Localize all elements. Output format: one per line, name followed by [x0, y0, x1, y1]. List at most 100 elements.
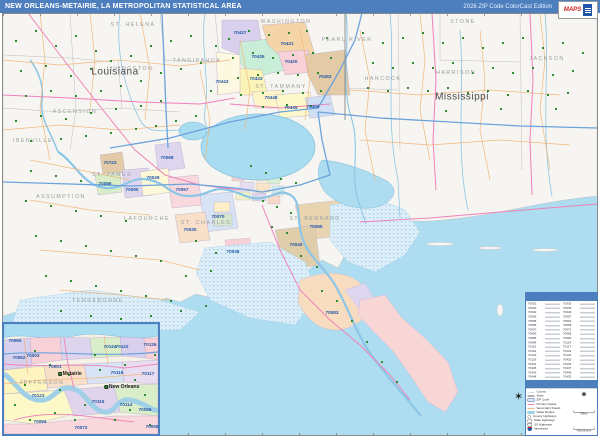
town-dot — [34, 350, 36, 352]
title-bar: NEW ORLEANS-METAIRIE, LA METROPOLITAN ST… — [0, 0, 600, 13]
town-dot — [70, 280, 72, 282]
inset-map-new-orleans: JEFFERSON 70065 70062 70003 70001 70123 70094 7… — [2, 322, 160, 436]
zip-index-code: 70420 — [563, 358, 572, 362]
scale-bar-miles: Miles — [573, 410, 595, 417]
town-dot — [94, 354, 96, 356]
town-dot — [215, 45, 217, 47]
town-dot — [45, 275, 47, 277]
town-dot — [392, 67, 394, 69]
town-dot — [100, 215, 102, 217]
legend-item-label: Secondary Roads — [536, 406, 561, 410]
town-dot — [282, 90, 284, 92]
town-dot — [60, 138, 62, 140]
grid-ref-placeholder — [580, 367, 595, 370]
town-dot — [120, 290, 122, 292]
town-dot — [130, 55, 132, 57]
zip-index-code: 70085 — [563, 332, 572, 336]
town-dot — [366, 341, 368, 343]
zip-index-code: 70448 — [528, 375, 537, 379]
town-dot — [205, 305, 207, 307]
index-legend-panel: ZIP Code Index/Grid Locator 700017000370… — [525, 292, 598, 436]
zip-index-code: 70443 — [528, 371, 537, 375]
legend-item-label: State Highways — [534, 419, 555, 423]
town-dot — [432, 67, 434, 69]
town-dot — [326, 37, 328, 39]
town-dot — [150, 315, 152, 317]
zip-index-code: 70065 — [528, 324, 537, 328]
town-dot — [75, 95, 77, 97]
legend-item-label: US Highways — [534, 423, 553, 427]
town-dot — [110, 132, 112, 134]
town-dot — [55, 45, 57, 47]
town-dot — [75, 35, 77, 37]
town-dot — [210, 90, 212, 92]
edition-label: 2026 ZIP Code ColorCast Edition — [463, 3, 552, 10]
grid-ref-placeholder — [580, 320, 595, 323]
town-dot — [95, 285, 97, 287]
grid-ref-placeholder — [545, 303, 560, 305]
town-dot — [482, 47, 484, 49]
zip-index-code: 70056 — [528, 315, 537, 319]
sw-county-swatch — [527, 391, 535, 393]
town-dot — [262, 106, 264, 108]
sw-chwy-swatch — [527, 414, 531, 419]
town-dot — [310, 105, 312, 107]
town-dot — [45, 65, 47, 67]
town-dot — [412, 62, 414, 64]
town-dot — [55, 175, 57, 177]
town-dot — [427, 90, 429, 92]
town-dot — [125, 220, 127, 222]
grid-ref-placeholder — [580, 333, 595, 335]
legend-item-label: County Highways — [533, 415, 557, 419]
zip-index-code: 70117 — [563, 345, 572, 349]
town-dot — [24, 384, 26, 386]
town-dot — [290, 212, 292, 214]
sw-primary-swatch — [527, 403, 535, 405]
town-dot — [185, 275, 187, 277]
legend-item-label: Water Bodies — [536, 411, 555, 415]
town-dot — [527, 90, 529, 92]
town-dot — [20, 70, 22, 72]
sw-secondary-swatch — [527, 407, 535, 409]
town-dot — [25, 200, 27, 202]
index-panel-header: ZIP Code Index/Grid Locator — [526, 293, 597, 301]
grid-ticks-top — [3, 14, 597, 16]
town-dot — [35, 235, 37, 237]
scale-km-label: Kilometers — [576, 429, 592, 433]
town-dot — [316, 266, 318, 268]
town-dot — [422, 32, 424, 34]
zip-index-list: 70001 70003 70030 70036 70040 70049 70056 70057… — [526, 301, 597, 380]
town-dot — [532, 67, 534, 69]
town-dot — [351, 320, 353, 322]
map-poster: Louisiana Mississippi ST. HELENA WASHINGTON… — [0, 0, 600, 438]
town-dot — [317, 72, 319, 74]
zip-index-row: 70723 — [563, 379, 595, 381]
town-dot — [90, 68, 92, 70]
zip-index-code: 70122 — [563, 349, 572, 353]
grid-ref-placeholder — [580, 359, 595, 361]
town-dot — [190, 35, 192, 37]
town-dot — [321, 290, 323, 292]
grid-ref-placeholder — [580, 354, 595, 357]
town-dot — [292, 54, 294, 56]
legend-item-label: State — [536, 394, 544, 398]
town-dot — [286, 232, 288, 234]
grid-ref-placeholder — [545, 363, 560, 366]
town-dot — [135, 128, 137, 130]
town-dot — [65, 118, 67, 120]
town-dot — [562, 42, 564, 44]
town-dot — [149, 424, 151, 426]
town-dot — [14, 404, 16, 406]
town-dot — [552, 74, 554, 76]
town-dot — [280, 178, 282, 180]
zip-index-code: 70057 — [563, 315, 572, 319]
town-dot — [115, 108, 117, 110]
town-dot — [50, 90, 52, 92]
publisher-logo: MAPS — [558, 1, 598, 19]
town-dot — [59, 389, 61, 391]
town-dot — [396, 381, 398, 383]
sw-shwy-swatch — [527, 418, 532, 423]
town-dot — [25, 95, 27, 97]
town-dot — [306, 30, 308, 32]
town-dot — [95, 50, 97, 52]
